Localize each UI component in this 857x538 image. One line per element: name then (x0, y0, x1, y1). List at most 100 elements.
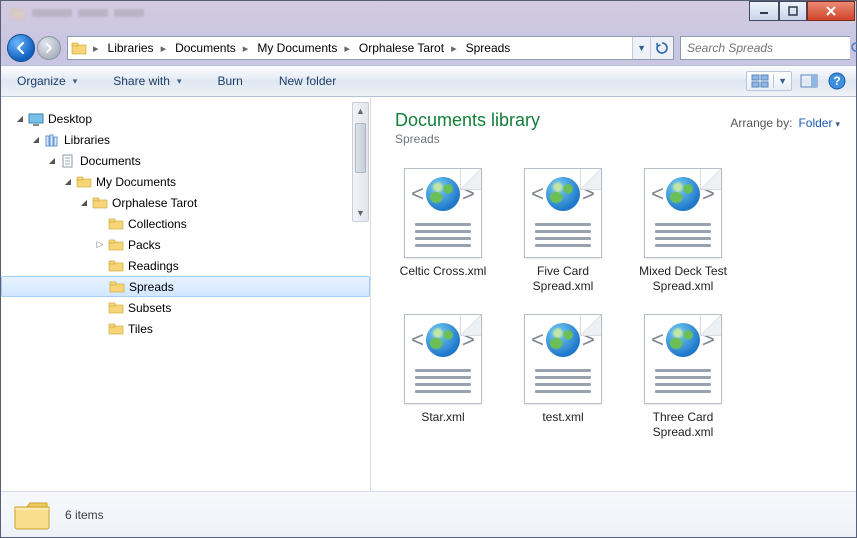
window-controls (749, 1, 855, 21)
tree-mydocuments[interactable]: My Documents (1, 171, 370, 192)
nav-scrollbar[interactable]: ▲▼ (352, 102, 369, 222)
tree-readings[interactable]: Readings (1, 255, 370, 276)
content-pane: Documents library Spreads Arrange by: Fo… (371, 98, 856, 491)
crumb-arrow[interactable] (341, 37, 353, 59)
nav-bar: Libraries Documents My Documents Orphale… (1, 31, 856, 65)
xml-file-icon: <> (404, 314, 482, 404)
tree-label: Orphalese Tarot (112, 196, 197, 210)
tree-label: Readings (128, 259, 179, 273)
xml-file-icon: <> (524, 168, 602, 258)
forward-button[interactable] (37, 36, 61, 60)
share-with-button[interactable]: Share with (105, 70, 189, 92)
file-label: Three Card Spread.xml (635, 410, 731, 440)
file-item[interactable]: <> test.xml (515, 314, 611, 440)
address-bar[interactable]: Libraries Documents My Documents Orphale… (67, 36, 674, 60)
libraries-icon (43, 133, 61, 147)
xml-file-icon: <> (644, 314, 722, 404)
file-item[interactable]: <> Five Card Spread.xml (515, 168, 611, 294)
breadcrumbs: Libraries Documents My Documents Orphale… (102, 37, 633, 59)
tree-label: Spreads (129, 280, 174, 294)
arrange-by[interactable]: Arrange by: Folder (730, 110, 840, 130)
help-button[interactable]: ? (826, 70, 848, 92)
tree-label: Documents (80, 154, 141, 168)
folder-icon (107, 301, 125, 314)
tree-collections[interactable]: Collections (1, 213, 370, 234)
tree-label: Subsets (128, 301, 171, 315)
search-box[interactable] (680, 36, 850, 60)
crumb-libraries[interactable]: Libraries (102, 37, 158, 59)
tree-subsets[interactable]: Subsets (1, 297, 370, 318)
file-grid: <> Celtic Cross.xml <> Five Card Spread.… (395, 168, 840, 440)
tree-orphalese[interactable]: Orphalese Tarot (1, 192, 370, 213)
navigation-pane: ▲▼ Desktop (1, 98, 371, 491)
preview-pane-button[interactable] (796, 72, 822, 90)
crumb-mydocuments[interactable]: My Documents (251, 37, 341, 59)
search-input[interactable] (681, 37, 850, 59)
crumb-arrow[interactable] (448, 37, 460, 59)
tree-label: Collections (128, 217, 187, 231)
library-header: Documents library Spreads Arrange by: Fo… (395, 110, 840, 146)
xml-file-icon: <> (404, 168, 482, 258)
tree-documents[interactable]: Documents (1, 150, 370, 171)
back-button[interactable] (7, 34, 35, 62)
crumb-arrow[interactable] (158, 37, 170, 59)
command-bar: Organize Share with Burn New folder ▼ ? (1, 65, 856, 97)
view-options-button[interactable]: ▼ (746, 71, 792, 91)
desktop-icon (27, 112, 45, 126)
file-item[interactable]: <> Three Card Spread.xml (635, 314, 731, 440)
minimize-button[interactable] (749, 1, 779, 21)
library-subtitle: Spreads (395, 132, 540, 146)
search-icon[interactable] (850, 41, 857, 55)
arrange-value[interactable]: Folder (798, 116, 840, 130)
tree-spreads[interactable]: Spreads (1, 276, 370, 297)
folder-icon (108, 280, 126, 293)
file-item[interactable]: <> Celtic Cross.xml (395, 168, 491, 294)
documents-icon (59, 154, 77, 168)
maximize-button[interactable] (779, 1, 807, 21)
folder-tree: Desktop Libraries (1, 108, 370, 339)
folder-icon (107, 322, 125, 335)
folder-icon (75, 175, 93, 188)
details-pane: 6 items (1, 491, 856, 537)
file-label: test.xml (542, 410, 583, 425)
folder-icon (107, 238, 125, 251)
explorer-window: Libraries Documents My Documents Orphale… (0, 0, 857, 538)
folder-icon (91, 196, 109, 209)
crumb-spreads[interactable]: Spreads (460, 37, 515, 59)
organize-button[interactable]: Organize (9, 70, 85, 92)
crumb-orphalese[interactable]: Orphalese Tarot (353, 37, 448, 59)
address-dropdown[interactable]: ▼ (632, 37, 650, 59)
xml-file-icon: <> (644, 168, 722, 258)
tree-label: Libraries (64, 133, 110, 147)
arrange-label: Arrange by: (730, 116, 792, 130)
tree-label: Desktop (48, 112, 92, 126)
title-blur (2, 1, 749, 25)
crumb-root-arrow[interactable] (90, 37, 102, 59)
tree-libraries[interactable]: Libraries (1, 129, 370, 150)
new-folder-button[interactable]: New folder (271, 70, 344, 92)
file-label: Celtic Cross.xml (400, 264, 487, 279)
titlebar (1, 1, 856, 31)
tree-label: My Documents (96, 175, 176, 189)
file-label: Five Card Spread.xml (515, 264, 611, 294)
crumb-arrow[interactable] (240, 37, 252, 59)
folder-icon-large (13, 499, 51, 531)
xml-file-icon: <> (524, 314, 602, 404)
client-area: ▲▼ Desktop (1, 97, 856, 491)
library-title: Documents library (395, 110, 540, 131)
folder-icon (107, 217, 125, 230)
refresh-button[interactable] (650, 37, 673, 59)
file-item[interactable]: <> Star.xml (395, 314, 491, 440)
tree-tiles[interactable]: Tiles (1, 318, 370, 339)
burn-button[interactable]: Burn (209, 70, 250, 92)
tree-packs[interactable]: Packs (1, 234, 370, 255)
tree-desktop[interactable]: Desktop (1, 108, 370, 129)
crumb-documents[interactable]: Documents (169, 37, 240, 59)
tree-label: Tiles (128, 322, 153, 336)
folder-icon (107, 259, 125, 272)
close-button[interactable] (807, 1, 855, 21)
tree-label: Packs (128, 238, 161, 252)
file-item[interactable]: <> Mixed Deck Test Spread.xml (635, 168, 731, 294)
address-folder-icon (68, 41, 90, 55)
file-label: Mixed Deck Test Spread.xml (635, 264, 731, 294)
